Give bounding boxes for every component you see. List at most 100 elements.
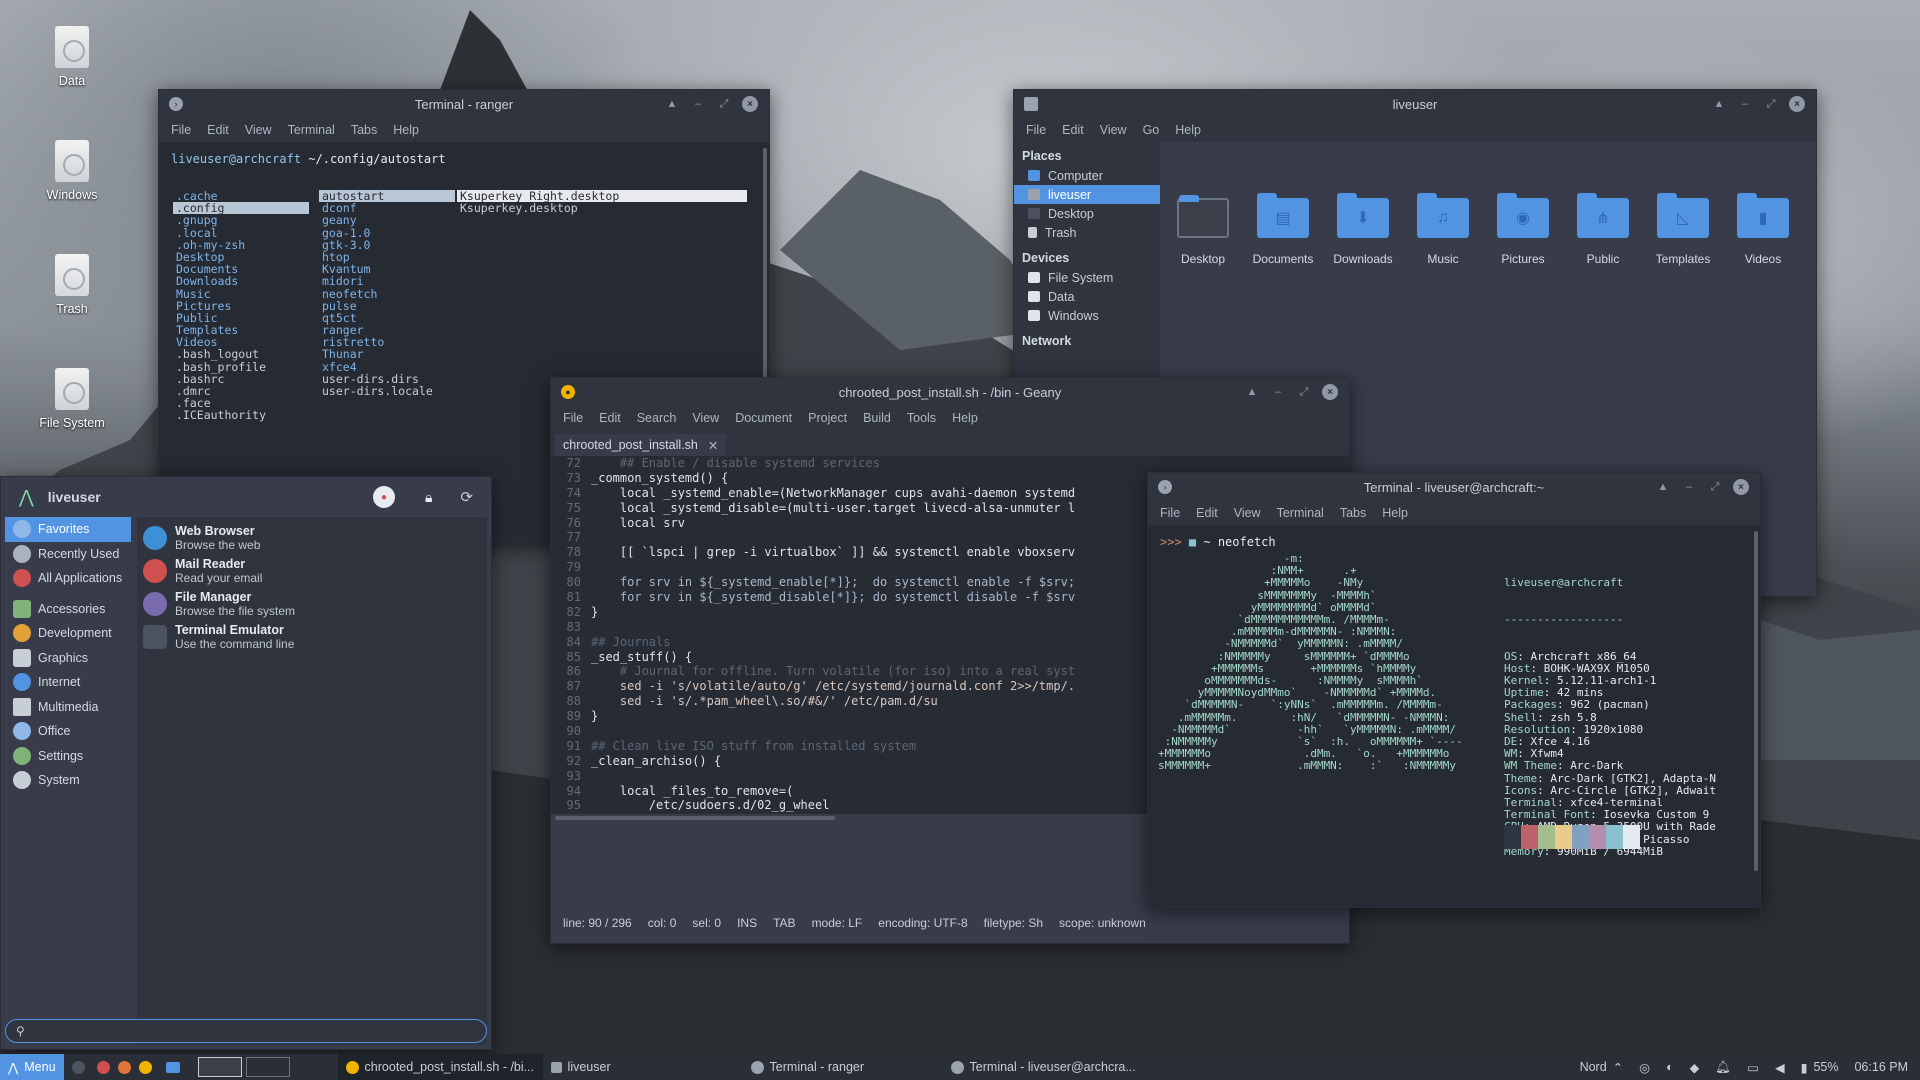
maximize-button[interactable]: ⤢: [1291, 382, 1317, 402]
place-desktop[interactable]: Desktop: [1014, 204, 1160, 223]
close-button[interactable]: ×: [742, 96, 758, 112]
menu-view[interactable]: View: [1092, 123, 1135, 137]
workspace-2[interactable]: [245, 1057, 290, 1077]
launcher-browser[interactable]: [114, 1054, 135, 1080]
app-terminal-emulator[interactable]: Terminal Emulator Use the command line: [143, 620, 481, 653]
document-tab[interactable]: chrooted_post_install.sh ✕: [555, 434, 727, 456]
menu-help[interactable]: Help: [944, 411, 986, 425]
minimize-button[interactable]: –: [1265, 382, 1291, 402]
category-graphics[interactable]: Graphics: [5, 646, 131, 671]
menu-button[interactable]: ⋀ Menu: [0, 1054, 64, 1080]
scrollbar[interactable]: [1754, 531, 1758, 871]
keyboard-layout[interactable]: Nord ⌃: [1572, 1054, 1632, 1080]
app-mail-reader[interactable]: Mail Reader Read your email: [143, 554, 481, 587]
launcher-geany[interactable]: [135, 1054, 156, 1080]
menu-document[interactable]: Document: [727, 411, 800, 425]
device-data[interactable]: Data: [1014, 287, 1160, 306]
folder-templates[interactable]: ◺ Templates: [1650, 193, 1716, 266]
settings-manager-button[interactable]: ●: [372, 486, 395, 508]
category-development[interactable]: Development: [5, 621, 131, 646]
folder-pictures[interactable]: ◉ Pictures: [1490, 193, 1556, 266]
device-windows[interactable]: Windows: [1014, 306, 1160, 325]
minimize-button[interactable]: –: [1732, 94, 1758, 114]
minimize-button[interactable]: –: [685, 94, 711, 114]
clipboard-icon[interactable]: ▭: [1739, 1054, 1767, 1080]
minimize-button[interactable]: –: [1676, 477, 1702, 497]
menu-help[interactable]: Help: [1167, 123, 1209, 137]
menu-tabs[interactable]: Tabs: [343, 123, 385, 137]
titlebar[interactable]: › Terminal - liveuser@archcraft:~ ▲ – ⤢ …: [1148, 473, 1760, 501]
launcher-terminal[interactable]: [64, 1054, 93, 1080]
menu-search[interactable]: Search: [629, 411, 685, 425]
tray-disc-icon[interactable]: ◎: [1631, 1054, 1658, 1080]
folder-desktop[interactable]: Desktop: [1170, 195, 1236, 266]
menu-terminal[interactable]: Terminal: [1269, 506, 1332, 520]
search-box[interactable]: ⚲: [5, 1019, 487, 1043]
menu-file[interactable]: File: [1152, 506, 1188, 520]
wifi-icon[interactable]: ◆: [1682, 1054, 1708, 1080]
workspace-switcher[interactable]: [190, 1054, 298, 1080]
category-internet[interactable]: Internet: [5, 670, 131, 695]
desktop-icon-trash[interactable]: Trash: [22, 254, 122, 316]
menu-edit[interactable]: Edit: [591, 411, 629, 425]
maximize-button[interactable]: ⤢: [711, 94, 737, 114]
app-file-manager[interactable]: File Manager Browse the file system: [143, 587, 481, 620]
folder-downloads[interactable]: ⬇ Downloads: [1330, 193, 1396, 266]
menu-help[interactable]: Help: [1374, 506, 1416, 520]
device-filesystem[interactable]: File System: [1014, 268, 1160, 287]
task-file-manager[interactable]: liveuser: [543, 1054, 743, 1080]
category-favorites[interactable]: Favorites: [5, 517, 131, 542]
desktop-icon-data[interactable]: Data: [22, 26, 122, 88]
menu-view[interactable]: View: [1226, 506, 1269, 520]
desktop-icon-filesystem[interactable]: File System: [22, 368, 122, 430]
horizontal-scrollbar[interactable]: [555, 816, 835, 820]
battery-indicator[interactable]: ▮ 55%: [1793, 1054, 1847, 1080]
place-home[interactable]: liveuser: [1014, 185, 1160, 204]
close-tab-icon[interactable]: ✕: [708, 438, 718, 453]
notifications-icon[interactable]: 🔔︎: [1707, 1054, 1739, 1080]
volume-icon[interactable]: ◀︎: [1767, 1054, 1793, 1080]
shade-button[interactable]: ▲: [659, 94, 685, 114]
desktop-icon-windows[interactable]: Windows: [22, 140, 122, 202]
menu-file[interactable]: File: [163, 123, 199, 137]
titlebar[interactable]: › Terminal - ranger ▲ – ⤢ ×: [159, 90, 769, 118]
menu-edit[interactable]: Edit: [1188, 506, 1226, 520]
shade-button[interactable]: ▲: [1650, 477, 1676, 497]
task-geany[interactable]: chrooted_post_install.sh - /bi...: [337, 1054, 543, 1080]
scrollbar[interactable]: [763, 148, 767, 388]
terminal-content[interactable]: >>> ■ ~ neofetch -m: :NMM+ .+ +MMMMMo -N…: [1148, 525, 1760, 907]
launcher-files[interactable]: [156, 1054, 190, 1080]
shade-button[interactable]: ▲: [1706, 94, 1732, 114]
category-system[interactable]: System: [5, 768, 131, 793]
folder-public[interactable]: ⋔ Public: [1570, 193, 1636, 266]
menu-view[interactable]: View: [237, 123, 280, 137]
menu-edit[interactable]: Edit: [1054, 123, 1092, 137]
maximize-button[interactable]: ⤢: [1758, 94, 1784, 114]
search-input[interactable]: [30, 1023, 486, 1039]
menu-edit[interactable]: Edit: [199, 123, 237, 137]
app-web-browser[interactable]: Web Browser Browse the web: [143, 521, 481, 554]
launcher-mail[interactable]: [93, 1054, 114, 1080]
menu-project[interactable]: Project: [800, 411, 855, 425]
lock-screen-button[interactable]: 🔒︎: [425, 489, 432, 506]
category-recently-used[interactable]: Recently Used: [5, 542, 131, 567]
folder-videos[interactable]: ▮ Videos: [1730, 193, 1796, 266]
logout-button[interactable]: ⟳: [460, 488, 473, 506]
task-neofetch-terminal[interactable]: Terminal - liveuser@archcra...: [943, 1054, 1153, 1080]
category-multimedia[interactable]: Multimedia: [5, 695, 131, 720]
close-button[interactable]: ×: [1322, 384, 1338, 400]
menu-file[interactable]: File: [555, 411, 591, 425]
folder-documents[interactable]: ▤ Documents: [1250, 193, 1316, 266]
night-mode-icon[interactable]: ◐: [1658, 1054, 1682, 1080]
category-office[interactable]: Office: [5, 719, 131, 744]
menu-build[interactable]: Build: [855, 411, 899, 425]
titlebar[interactable]: liveuser ▲ – ⤢ ×: [1014, 90, 1816, 118]
menu-tabs[interactable]: Tabs: [1332, 506, 1374, 520]
close-button[interactable]: ×: [1789, 96, 1805, 112]
place-computer[interactable]: Computer: [1014, 166, 1160, 185]
menu-help[interactable]: Help: [385, 123, 427, 137]
clock[interactable]: 06:16 PM: [1846, 1054, 1920, 1080]
menu-view[interactable]: View: [684, 411, 727, 425]
place-trash[interactable]: Trash: [1014, 223, 1160, 242]
maximize-button[interactable]: ⤢: [1702, 477, 1728, 497]
